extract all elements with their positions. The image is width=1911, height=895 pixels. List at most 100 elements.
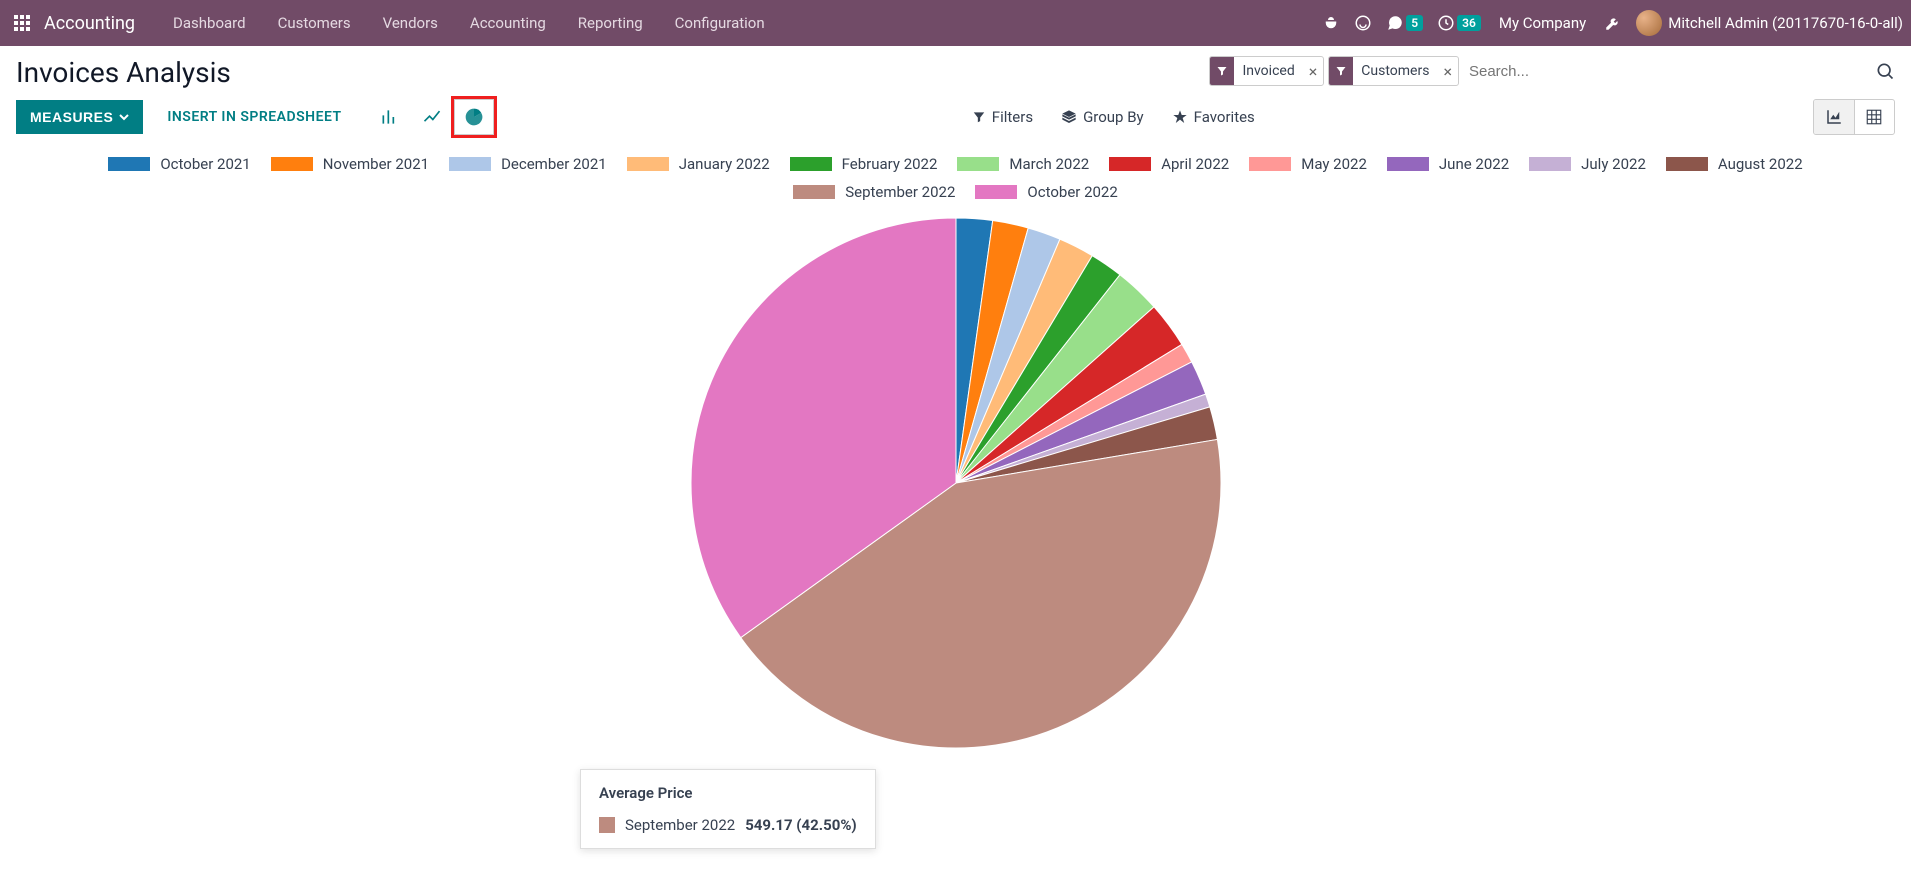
caret-down-icon <box>119 112 129 122</box>
pie-chart[interactable] <box>686 213 1226 753</box>
legend-item[interactable]: September 2022 <box>793 183 955 201</box>
avatar <box>1636 10 1662 36</box>
legend-label: April 2022 <box>1161 155 1229 173</box>
favorites-dropdown[interactable]: Favorites <box>1172 108 1255 126</box>
legend-item[interactable]: October 2021 <box>108 155 250 173</box>
support-icon[interactable] <box>1354 14 1372 32</box>
star-icon <box>1172 109 1188 125</box>
legend-label: October 2022 <box>1027 183 1117 201</box>
app-brand[interactable]: Accounting <box>44 13 135 34</box>
legend-label: December 2021 <box>501 155 607 173</box>
legend-label: March 2022 <box>1009 155 1089 173</box>
filters-dropdown[interactable]: Filters <box>972 108 1033 126</box>
nav-right: 5 36 My Company Mitchell Admin (20117670… <box>1322 10 1903 36</box>
tooltip-slice-label: September 2022 <box>625 816 735 834</box>
legend-label: August 2022 <box>1718 155 1803 173</box>
chart-tooltip: Average Price September 2022 549.17 (42.… <box>580 769 876 849</box>
user-name: Mitchell Admin (20117670-16-0-all) <box>1668 14 1903 32</box>
legend-label: February 2022 <box>842 155 938 173</box>
company-switcher[interactable]: My Company <box>1495 14 1590 32</box>
pie-chart-button[interactable] <box>454 99 494 135</box>
search-facet-customers: Customers × <box>1328 56 1459 86</box>
filter-icon <box>1210 57 1234 85</box>
pivot-view-button[interactable] <box>1854 100 1894 134</box>
nav-item-reporting[interactable]: Reporting <box>564 4 657 42</box>
control-panel: Invoices Analysis Invoiced × Customers ×… <box>0 46 1911 143</box>
graph-view-button[interactable] <box>1814 100 1854 134</box>
filter-icon <box>972 110 986 124</box>
measures-label: MEASURES <box>30 109 113 125</box>
legend-swatch <box>627 157 669 171</box>
legend-item[interactable]: December 2021 <box>449 155 607 173</box>
search-icon[interactable] <box>1875 61 1895 81</box>
filter-icon <box>1329 57 1353 85</box>
nav-item-dashboard[interactable]: Dashboard <box>159 4 260 42</box>
tooltip-value: 549.17 (42.50%) <box>745 816 856 834</box>
activities-icon[interactable]: 36 <box>1437 14 1481 32</box>
top-navbar: Accounting Dashboard Customers Vendors A… <box>0 0 1911 46</box>
legend-swatch <box>1529 157 1571 171</box>
nav-item-accounting[interactable]: Accounting <box>456 4 560 42</box>
bar-chart-button[interactable] <box>370 99 410 135</box>
user-menu[interactable]: Mitchell Admin (20117670-16-0-all) <box>1636 10 1903 36</box>
legend-item[interactable]: June 2022 <box>1387 155 1509 173</box>
tools-icon[interactable] <box>1604 14 1622 32</box>
legend-label: June 2022 <box>1439 155 1509 173</box>
messaging-badge: 5 <box>1406 15 1423 31</box>
chart-legend: October 2021 November 2021 December 2021 Ja… <box>0 143 1911 209</box>
insert-spreadsheet-button[interactable]: INSERT IN SPREADSHEET <box>167 109 341 125</box>
legend-swatch <box>108 157 150 171</box>
legend-item[interactable]: October 2022 <box>975 183 1117 201</box>
favorites-label: Favorites <box>1194 108 1255 126</box>
legend-swatch <box>957 157 999 171</box>
tooltip-title: Average Price <box>599 784 857 802</box>
legend-swatch <box>975 185 1017 199</box>
legend-label: October 2021 <box>160 155 250 173</box>
legend-swatch <box>1387 157 1429 171</box>
legend-label: November 2021 <box>323 155 429 173</box>
legend-swatch <box>790 157 832 171</box>
nav-item-vendors[interactable]: Vendors <box>369 4 452 42</box>
debug-icon[interactable] <box>1322 14 1340 32</box>
search-bar: Invoiced × Customers × <box>1209 56 1895 86</box>
legend-swatch <box>271 157 313 171</box>
activities-badge: 36 <box>1457 15 1481 31</box>
facet-remove[interactable]: × <box>1303 62 1324 81</box>
nav-item-configuration[interactable]: Configuration <box>661 4 779 42</box>
search-input[interactable] <box>1463 59 1863 84</box>
legend-item[interactable]: May 2022 <box>1249 155 1367 173</box>
search-controls: Filters Group By Favorites <box>972 108 1255 126</box>
legend-item[interactable]: August 2022 <box>1666 155 1803 173</box>
facet-label: Invoiced <box>1234 59 1302 83</box>
legend-label: July 2022 <box>1581 155 1646 173</box>
legend-swatch <box>1109 157 1151 171</box>
legend-item[interactable]: January 2022 <box>627 155 770 173</box>
messaging-icon[interactable]: 5 <box>1386 14 1423 32</box>
nav-item-customers[interactable]: Customers <box>264 4 365 42</box>
apps-icon[interactable] <box>8 9 36 37</box>
legend-item[interactable]: March 2022 <box>957 155 1089 173</box>
tooltip-swatch <box>599 817 615 833</box>
legend-item[interactable]: February 2022 <box>790 155 938 173</box>
facet-remove[interactable]: × <box>1437 62 1458 81</box>
legend-swatch <box>449 157 491 171</box>
legend-label: January 2022 <box>679 155 770 173</box>
legend-item[interactable]: July 2022 <box>1529 155 1646 173</box>
layers-icon <box>1061 109 1077 125</box>
chart-area: Average Price September 2022 549.17 (42.… <box>0 209 1911 753</box>
page-title: Invoices Analysis <box>16 56 231 89</box>
legend-swatch <box>1666 157 1708 171</box>
filters-label: Filters <box>992 108 1033 126</box>
chart-type-switcher <box>370 99 494 135</box>
line-chart-button[interactable] <box>412 99 452 135</box>
legend-item[interactable]: November 2021 <box>271 155 429 173</box>
view-switcher <box>1813 99 1895 135</box>
nav-menu: Dashboard Customers Vendors Accounting R… <box>159 4 1322 42</box>
legend-label: May 2022 <box>1301 155 1367 173</box>
legend-item[interactable]: April 2022 <box>1109 155 1229 173</box>
facet-label: Customers <box>1353 59 1437 83</box>
legend-label: September 2022 <box>845 183 955 201</box>
groupby-dropdown[interactable]: Group By <box>1061 108 1144 126</box>
measures-button[interactable]: MEASURES <box>16 100 143 134</box>
search-facet-invoiced: Invoiced × <box>1209 56 1324 86</box>
